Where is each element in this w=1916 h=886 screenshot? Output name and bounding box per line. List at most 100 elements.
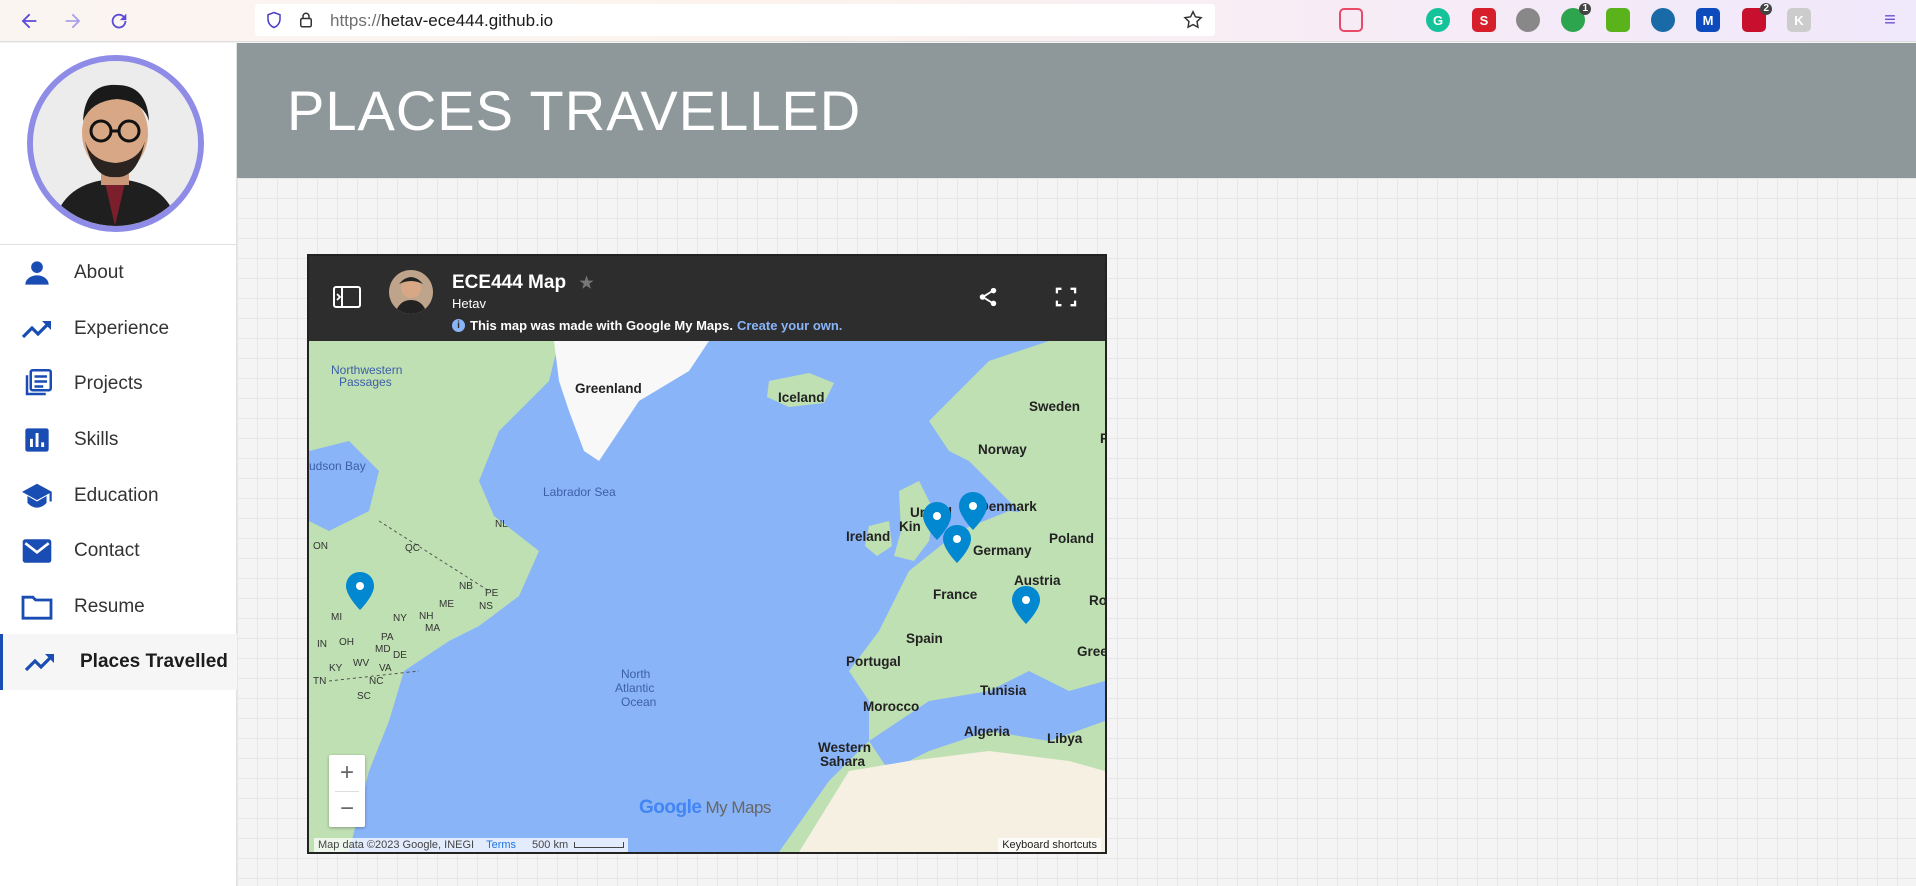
map-pin-marker[interactable] <box>1012 586 1040 624</box>
map-label: F <box>1100 431 1105 446</box>
back-icon[interactable] <box>14 6 44 36</box>
k-extension-icon[interactable]: K <box>1787 8 1811 32</box>
map-label: Iceland <box>778 390 825 405</box>
shield-icon[interactable] <box>265 11 283 34</box>
fullscreen-icon[interactable] <box>1055 287 1077 312</box>
s-extension-icon[interactable]: S <box>1472 8 1496 32</box>
download-extension-icon[interactable] <box>1606 8 1630 32</box>
sidebar-item-projects[interactable]: Projects <box>0 359 237 409</box>
bar-chart-icon <box>20 423 54 457</box>
sidebar-item-label: Education <box>74 485 159 506</box>
url-scheme: https:// <box>330 11 382 30</box>
map-label: NL <box>495 519 508 530</box>
map-label: WV <box>353 658 370 669</box>
lock-icon[interactable] <box>297 10 315 35</box>
scale-bar <box>574 842 625 848</box>
map-label: Gree <box>1077 644 1107 659</box>
speedometer-extension-icon[interactable] <box>1651 8 1675 32</box>
map-label: NC <box>369 676 384 687</box>
school-icon <box>20 479 54 513</box>
sidebar-item-contact[interactable]: Contact <box>0 526 237 576</box>
zoom-out-button[interactable]: − <box>329 791 365 827</box>
sidebar-item-resume[interactable]: Resume <box>0 582 237 632</box>
side-panel-toggle-icon[interactable] <box>333 286 361 313</box>
logo-google: Google <box>639 797 702 818</box>
create-your-own-link[interactable]: Create your own. <box>737 318 842 333</box>
gear-extension-icon[interactable] <box>1516 8 1540 32</box>
sidebar-item-label: Skills <box>74 429 119 450</box>
map-author-avatar <box>389 270 433 314</box>
menu-icon[interactable]: ≡ <box>1878 8 1902 32</box>
url-host: hetav-ece444.github.io <box>381 11 554 30</box>
ublock-icon[interactable]: 2 <box>1742 3 1772 32</box>
bookmark-star-icon[interactable] <box>1182 9 1204 36</box>
keyboard-shortcuts-link[interactable]: Keyboard shortcuts <box>998 838 1101 852</box>
map-label: DE <box>393 650 407 661</box>
counter-extension-icon[interactable]: 1 <box>1561 3 1591 32</box>
pocket-icon[interactable] <box>1339 8 1363 32</box>
sidebar-item-places-travelled[interactable]: Places Travelled <box>0 634 237 690</box>
scale-label[interactable]: 500 km <box>532 839 568 851</box>
map-label: PE <box>485 588 499 599</box>
malwarebytes-icon[interactable]: M <box>1696 8 1720 32</box>
library-icon[interactable] <box>1384 8 1408 32</box>
map-canvas[interactable]: Northwestern Passages Greenland Iceland Swed… <box>309 341 1105 852</box>
mail-icon <box>20 534 54 568</box>
extension-glyph: ≡ <box>1884 8 1896 31</box>
extension-badge: 2 <box>1760 3 1772 15</box>
sidebar-item-skills[interactable]: Skills <box>0 415 237 465</box>
url-bar[interactable]: https://hetav-ece444.github.io <box>255 4 1215 36</box>
map-label: VA <box>379 663 392 674</box>
sidebar-item-experience[interactable]: Experience <box>0 304 237 354</box>
sidebar-item-label: Places Travelled <box>80 651 228 672</box>
map-title: ECE444 Map ★ <box>452 272 594 294</box>
trending-up-icon <box>23 645 57 679</box>
star-icon[interactable]: ★ <box>579 275 593 292</box>
folder-icon <box>20 590 54 624</box>
zoom-in-button[interactable]: + <box>329 755 365 791</box>
map-label: IN <box>317 639 327 650</box>
map-label: Atlantic <box>615 681 655 695</box>
embedded-map[interactable]: Northwestern Passages Greenland Iceland Swed… <box>307 254 1107 854</box>
map-label: Kin <box>899 519 921 534</box>
trending-up-icon <box>20 312 54 346</box>
forward-icon[interactable] <box>58 6 88 36</box>
map-author: Hetav <box>452 296 486 311</box>
extension-glyph: M <box>1702 12 1714 28</box>
map-pin-marker[interactable] <box>943 525 971 563</box>
map-label: Denmark <box>979 499 1037 514</box>
page-title: PLACES TRAVELLED <box>287 79 862 142</box>
map-note: i This map was made with Google My Maps.… <box>452 318 842 333</box>
attribution-text: Map data ©2023 Google, INEGI <box>318 839 475 851</box>
map-label: OH <box>339 637 354 648</box>
map-label: Germany <box>973 543 1032 558</box>
share-icon[interactable] <box>977 286 999 313</box>
map-label: Ocean <box>621 695 657 709</box>
map-label: Poland <box>1049 531 1095 546</box>
reload-icon[interactable] <box>104 6 134 36</box>
map-label: Ireland <box>846 529 891 544</box>
map-label: Greenland <box>575 381 642 396</box>
avatar <box>27 55 204 232</box>
terms-link[interactable]: Terms <box>486 839 516 851</box>
map-label: Libya <box>1047 731 1083 746</box>
url-text[interactable]: https://hetav-ece444.github.io <box>330 11 553 31</box>
logo-mymaps: My Maps <box>705 798 771 817</box>
sidebar-item-label: About <box>74 262 124 283</box>
google-my-maps-logo: Google My Maps <box>639 797 771 819</box>
sidebar-item-about[interactable]: About <box>0 248 237 298</box>
sidebar-divider <box>0 244 237 245</box>
sidebar-item-education[interactable]: Education <box>0 471 237 521</box>
map-label: NB <box>459 581 473 592</box>
extension-glyph: S <box>1479 12 1489 28</box>
info-icon: i <box>452 319 465 332</box>
grammarly-icon[interactable]: G <box>1426 8 1450 32</box>
map-attribution: Map data ©2023 Google, INEGI Terms 500 k… <box>314 838 629 852</box>
map-title-text: ECE444 Map <box>452 272 567 293</box>
map-label: ON <box>313 541 328 552</box>
library-books-icon <box>20 367 54 401</box>
map-pin-marker[interactable] <box>346 572 374 610</box>
map-label: Algeria <box>964 724 1010 739</box>
extensions-puzzle-icon[interactable] <box>1832 8 1856 32</box>
person-icon <box>20 256 54 290</box>
